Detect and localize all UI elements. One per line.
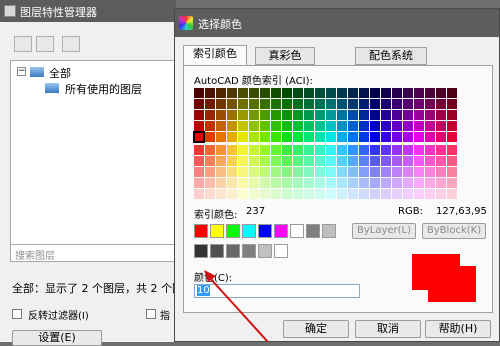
annotation-arrow <box>204 270 269 342</box>
